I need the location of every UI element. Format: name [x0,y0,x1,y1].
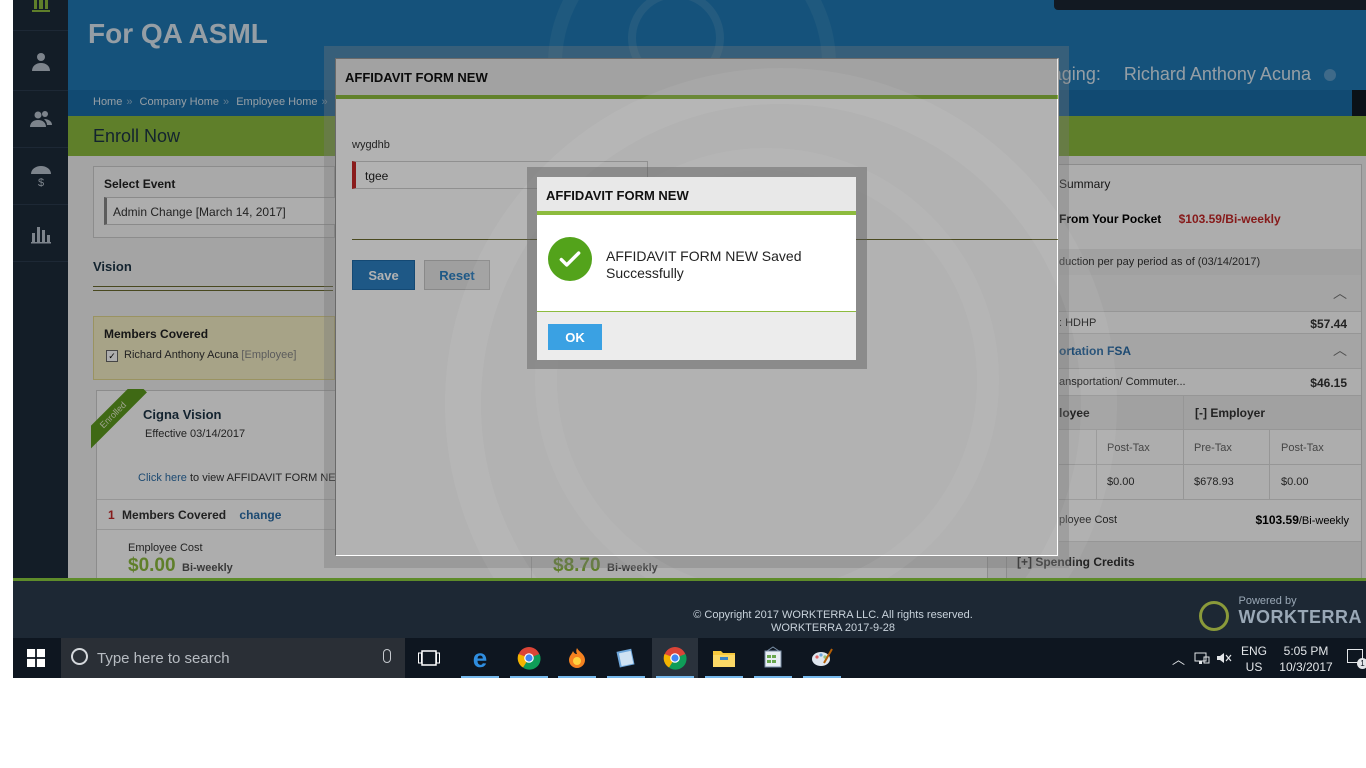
chrome-icon [517,647,541,670]
cortana-icon [71,648,88,665]
alert-message: AFFIDAVIT FORM NEW Saved Successfully [606,248,802,281]
notification-icon[interactable]: 1 [1347,649,1366,669]
clock-date: 10/3/2017 [1279,660,1333,674]
taskbar-file-explorer[interactable] [701,638,747,678]
flame-app-icon [569,648,585,668]
taskbar-edge[interactable]: e [457,638,503,678]
success-check-icon [548,237,592,281]
task-view-icon [418,650,440,666]
alert-title: AFFIDAVIT FORM NEW [546,188,689,203]
alert-footer: OK [537,311,856,360]
brand-name: WORKTERRA [1238,607,1362,627]
screen: $ For QA ASML Managing: Richard Anthony … [13,0,1366,678]
microphone-icon[interactable] [383,649,391,663]
windows-logo-icon [27,649,45,667]
search-placeholder: Type here to search [97,650,230,667]
edge-icon: e [472,642,488,673]
spreadsheet-app-icon [764,646,782,668]
clock[interactable]: 5:05 PM 10/3/2017 [1271,643,1341,675]
notification-count: 1 [1357,658,1366,669]
taskbar-search[interactable]: Type here to search [61,638,405,678]
footer: © Copyright 2017 WORKTERRA LLC. All righ… [13,578,1366,641]
folder-icon [713,651,735,667]
success-alert: AFFIDAVIT FORM NEW AFFIDAVIT FORM NEW Sa… [537,177,856,360]
network-icon[interactable] [1194,650,1210,666]
taskbar-firefox[interactable] [554,638,600,678]
chrome-icon-2 [663,647,687,670]
alert-header: AFFIDAVIT FORM NEW [537,177,856,215]
version-text: WORKTERRA 2017-9-28 [770,622,896,634]
clock-time: 5:05 PM [1283,644,1329,658]
volume-muted-icon[interactable] [1216,650,1232,666]
task-view-button[interactable] [406,638,452,678]
notepad-app-icon [616,648,635,668]
language-indicator[interactable]: ENG US [1240,643,1268,675]
taskbar-app-4[interactable] [603,638,649,678]
taskbar-chrome[interactable] [506,638,552,678]
copyright-text: © Copyright 2017 WORKTERRA LLC. All righ… [693,609,973,621]
ok-button[interactable]: OK [548,324,602,350]
taskbar-chrome-active[interactable] [652,638,698,678]
chevron-up-tray-icon[interactable]: ︿ [1172,649,1185,668]
windows-taskbar: Type here to search e ︿ ENG US 5:05 PM 1… [13,638,1366,678]
paint-palette-icon [812,648,833,666]
taskbar-app-7[interactable] [750,638,796,678]
powered-by: Powered by WORKTERRA [1198,595,1363,631]
taskbar-paint[interactable] [799,638,845,678]
workterra-logo-icon [1198,601,1229,631]
start-button[interactable] [13,638,59,678]
